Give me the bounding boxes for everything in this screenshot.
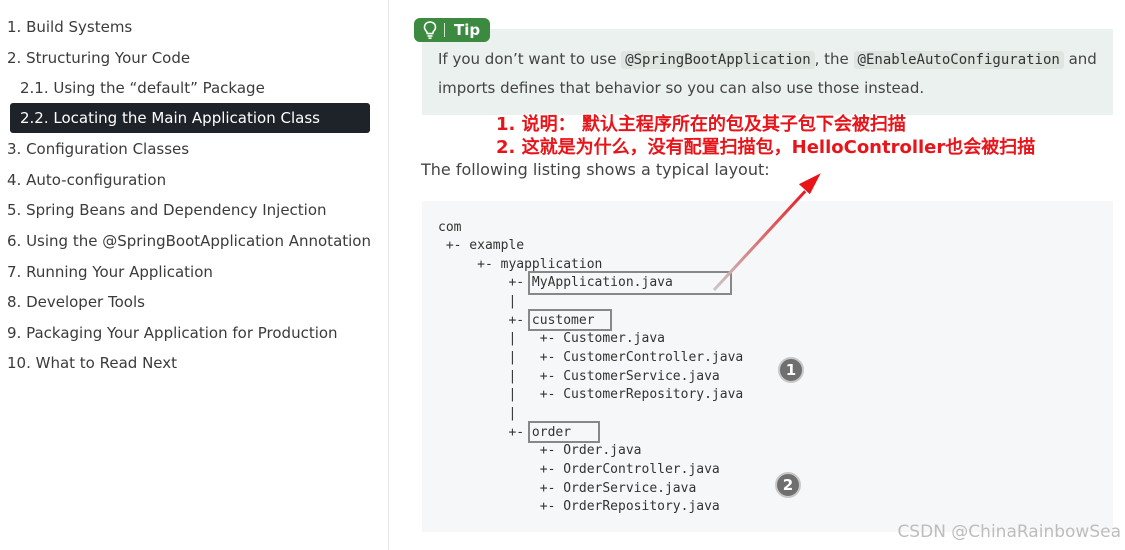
toc-item-spring-beans[interactable]: 5. Spring Beans and Dependency Injection <box>7 196 327 224</box>
tip-text-part: , the <box>814 50 854 68</box>
tip-badge-separator <box>444 23 445 37</box>
watermark: CSDN @ChinaRainbowSea <box>897 522 1121 542</box>
lightbulb-icon <box>423 21 437 40</box>
toc-item-build-systems[interactable]: 1. Build Systems <box>7 13 132 41</box>
code-block: com +- example +- myapplication +- MyApp… <box>422 201 1113 532</box>
toc-item-running-app[interactable]: 7. Running Your Application <box>7 258 213 286</box>
highlight-box-order <box>528 421 600 443</box>
highlight-box-myapplication <box>528 271 732 295</box>
sidebar-toc: 1. Build Systems 2. Structuring Your Cod… <box>0 0 389 550</box>
code-line: +- OrderService.java <box>438 481 697 496</box>
code-line: +- OrderRepository.java <box>438 499 720 514</box>
code-line: | +- CustomerController.java <box>438 350 744 365</box>
code-line: | +- Customer.java <box>438 331 665 346</box>
code-line: | <box>438 406 517 421</box>
listing-intro: The following listing shows a typical la… <box>421 160 770 179</box>
marker-1: 1 <box>778 357 804 383</box>
toc-item-packaging[interactable]: 9. Packaging Your Application for Produc… <box>7 319 338 347</box>
tip-text: If you don’t want to use @SpringBootAppl… <box>438 45 1118 102</box>
code-line: +- OrderController.java <box>438 462 720 477</box>
tip-text-part: If you don’t want to use <box>438 50 622 68</box>
inline-code-enableautoconfiguration: @EnableAutoConfiguration <box>853 51 1064 69</box>
toc-item-locating-main-class[interactable]: 2.2. Locating the Main Application Class <box>10 103 370 133</box>
toc-item-default-package[interactable]: 2.1. Using the “default” Package <box>20 74 265 102</box>
tip-text-part: and <box>1063 50 1097 68</box>
tip-badge: Tip <box>414 18 490 42</box>
code-line: +- example <box>438 238 525 253</box>
code-line: com <box>438 220 462 235</box>
code-line: +- Order.java <box>438 443 642 458</box>
highlight-box-customer <box>528 309 612 331</box>
code-line: | +- CustomerRepository.java <box>438 387 744 402</box>
annotation-line-2: 2. 这就是为什么，没有配置扫描包，HelloController也会被扫描 <box>496 137 1036 158</box>
code-line: | +- CustomerService.java <box>438 369 720 384</box>
toc-item-auto-configuration[interactable]: 4. Auto-configuration <box>7 166 166 194</box>
toc-item-structuring-code[interactable]: 2. Structuring Your Code <box>7 44 190 72</box>
toc-item-configuration-classes[interactable]: 3. Configuration Classes <box>7 135 189 163</box>
main-content: If you don’t want to use @SpringBootAppl… <box>388 0 1125 550</box>
tip-admonition: If you don’t want to use @SpringBootAppl… <box>422 29 1113 115</box>
toc-item-what-next[interactable]: 10. What to Read Next <box>7 349 177 377</box>
code-line: | <box>438 294 517 309</box>
inline-code-springbootapplication: @SpringBootApplication <box>621 51 815 69</box>
tip-badge-label: Tip <box>454 21 481 39</box>
toc-item-developer-tools[interactable]: 8. Developer Tools <box>7 288 145 316</box>
toc-item-springbootapplication[interactable]: 6. Using the @SpringBootApplication Anno… <box>7 227 371 255</box>
tip-text-line2: imports defines that behavior so you can… <box>438 79 925 97</box>
marker-2: 2 <box>775 472 801 498</box>
